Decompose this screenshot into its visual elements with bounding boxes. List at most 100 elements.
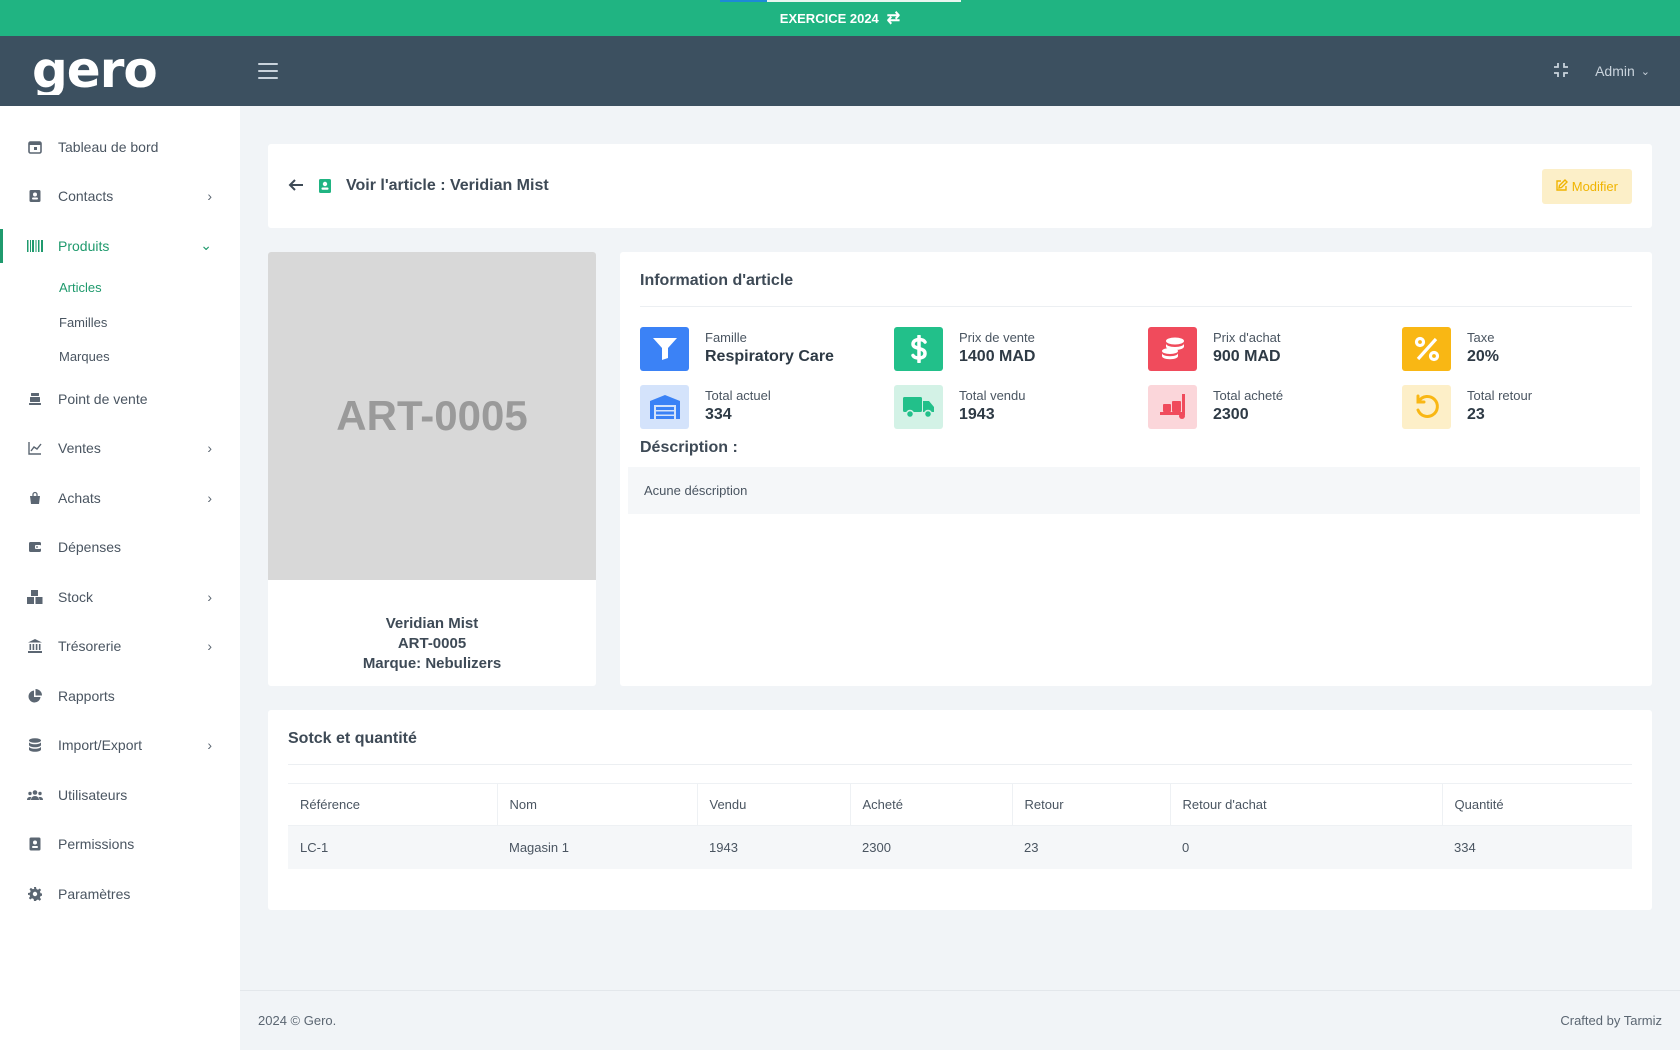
exercise-label: EXERCICE 2024 <box>779 10 879 26</box>
chevron-right-icon: › <box>207 588 212 605</box>
sidebar-item-depenses[interactable]: Dépenses <box>0 523 240 573</box>
sidebar-item-stock[interactable]: Stock › <box>0 572 240 622</box>
sidebar-item-achats[interactable]: Achats › <box>0 473 240 523</box>
stat-value: 900 MAD <box>1213 348 1281 365</box>
stock-title: Sotck et quantité <box>288 730 1632 765</box>
stock-table: Référence Nom Vendu Acheté Retour Retour… <box>288 783 1632 869</box>
stat-label: Total vendu <box>959 388 1026 403</box>
table-cell: 0 <box>1170 825 1442 869</box>
menu-toggle-icon[interactable] <box>258 63 278 79</box>
svg-text:gero: gero <box>32 47 157 95</box>
stock-card: Sotck et quantité Référence Nom Vendu Ac… <box>268 710 1652 910</box>
column-header[interactable]: Référence <box>288 783 498 826</box>
sidebar-item-permissions[interactable]: Permissions <box>0 820 240 870</box>
swap-arrows-icon[interactable]: ⇄ <box>887 8 900 28</box>
sidebar-subitem-articles[interactable]: Articles <box>0 271 240 306</box>
sidebar-item-label: Permissions <box>58 836 135 853</box>
sidebar-item-label: Ventes <box>58 440 101 457</box>
sidebar-item-contacts[interactable]: Contacts › <box>0 172 240 222</box>
sidebar-item-produits[interactable]: Produits ⌄ <box>0 221 240 271</box>
edit-icon <box>1556 178 1568 194</box>
info-title: Information d'article <box>640 272 1632 307</box>
sidebar-item-label: Achats <box>58 489 101 506</box>
dolly-icon <box>1148 385 1197 429</box>
wallet-icon <box>27 539 43 555</box>
sidebar-item-label: Point de vente <box>58 390 148 407</box>
percent-icon <box>1402 327 1451 371</box>
stat-label: Prix d'achat <box>1213 330 1281 345</box>
database-icon <box>27 737 43 753</box>
sidebar-item-utilisateurs[interactable]: Utilisateurs <box>0 770 240 820</box>
sidebar-subitem-familles[interactable]: Familles <box>0 305 240 340</box>
stat-value: 1943 <box>959 406 995 423</box>
sidebar-item-parametres[interactable]: Paramètres <box>0 869 240 919</box>
table-cell: Magasin 1 <box>497 825 697 869</box>
stat-value: 2300 <box>1213 406 1249 423</box>
stats-grid: Famille Respiratory Care Prix de vente 1… <box>640 327 1632 429</box>
table-row: LC-1 Magasin 1 1943 2300 23 0 334 <box>288 825 1632 869</box>
description-label: Déscription : <box>640 439 738 456</box>
sidebar-item-import-export[interactable]: Import/Export › <box>0 721 240 771</box>
register-icon <box>27 391 43 407</box>
column-header[interactable]: Acheté <box>850 783 1013 826</box>
sidebar-item-label: Utilisateurs <box>58 786 128 803</box>
chevron-right-icon: › <box>207 737 212 754</box>
article-name: Veridian Mist <box>385 615 479 632</box>
modify-button[interactable]: Modifier <box>1541 168 1632 204</box>
stat-total-vendu: Total vendu 1943 <box>894 385 1148 429</box>
calendar-icon <box>27 139 43 155</box>
modify-button-label: Modifier <box>1571 178 1618 194</box>
compress-icon[interactable] <box>1553 62 1569 81</box>
user-menu[interactable]: Admin ⌄ <box>1595 63 1650 79</box>
stat-taxe: Taxe 20% <box>1402 327 1656 371</box>
stat-label: Total retour <box>1467 388 1533 403</box>
sidebar-item-label: Produits <box>58 237 110 254</box>
bank-icon <box>27 638 43 654</box>
sidebar-item-tresorerie[interactable]: Trésorerie › <box>0 622 240 672</box>
sidebar-subitem-marques[interactable]: Marques <box>0 340 240 375</box>
gero-logo-wordmark: gero <box>32 47 158 95</box>
table-cell: LC-1 <box>288 825 497 869</box>
stat-total-actuel: Total actuel 334 <box>640 385 894 429</box>
sidebar: Tableau de bord Contacts › Produits ⌄ Ar… <box>0 106 240 1050</box>
stat-prix-achat: Prix d'achat 900 MAD <box>1148 327 1402 371</box>
sidebar-item-dashboard[interactable]: Tableau de bord <box>0 122 240 172</box>
stat-label: Taxe <box>1467 330 1495 345</box>
description-box: Acune déscription <box>628 467 1640 514</box>
pie-chart-icon <box>27 688 43 704</box>
sidebar-item-rapports[interactable]: Rapports <box>0 671 240 721</box>
sidebar-item-ventes[interactable]: Ventes › <box>0 424 240 474</box>
back-arrow-icon[interactable] <box>288 176 304 197</box>
column-header[interactable]: Retour d'achat <box>1170 783 1443 826</box>
table-cell: 2300 <box>850 825 1012 869</box>
stat-label: Total actuel <box>705 388 771 403</box>
column-header[interactable]: Vendu <box>697 783 851 826</box>
contact-card-icon <box>27 188 43 204</box>
top-header: gero Admin ⌄ <box>0 36 1680 106</box>
coins-icon <box>1148 327 1197 371</box>
column-header[interactable]: Retour <box>1012 783 1171 826</box>
sidebar-item-point-de-vente[interactable]: Point de vente <box>0 374 240 424</box>
stat-label: Famille <box>705 330 747 345</box>
chevron-right-icon: › <box>207 188 212 205</box>
stat-value: 334 <box>705 406 732 423</box>
column-header[interactable]: Quantité <box>1442 783 1632 826</box>
gero-logo[interactable]: gero <box>0 36 240 106</box>
footer-copyright: 2024 © Gero. <box>258 1013 337 1028</box>
gear-icon <box>27 886 43 902</box>
page-title: Voir l'article : Veridian Mist <box>346 177 549 194</box>
stat-label: Prix de vente <box>959 330 1035 345</box>
contact-card-icon <box>318 178 334 194</box>
chevron-right-icon: › <box>207 440 212 457</box>
article-info-card: Information d'article Famille Respirator… <box>620 252 1652 686</box>
sidebar-item-label: Paramètres <box>58 885 131 902</box>
page-header-card: Voir l'article : Veridian Mist Modifier <box>268 144 1652 228</box>
users-icon <box>27 787 43 803</box>
user-name: Admin <box>1595 63 1635 79</box>
article-image-placeholder: ART-0005 <box>268 252 596 580</box>
article-brand: Marque: Nebulizers <box>362 655 502 672</box>
sidebar-item-label: Contacts <box>58 188 114 205</box>
stat-value: 20% <box>1467 348 1500 365</box>
exercise-banner[interactable]: EXERCICE 2024 ⇄ <box>0 0 1680 36</box>
column-header[interactable]: Nom <box>497 783 698 826</box>
